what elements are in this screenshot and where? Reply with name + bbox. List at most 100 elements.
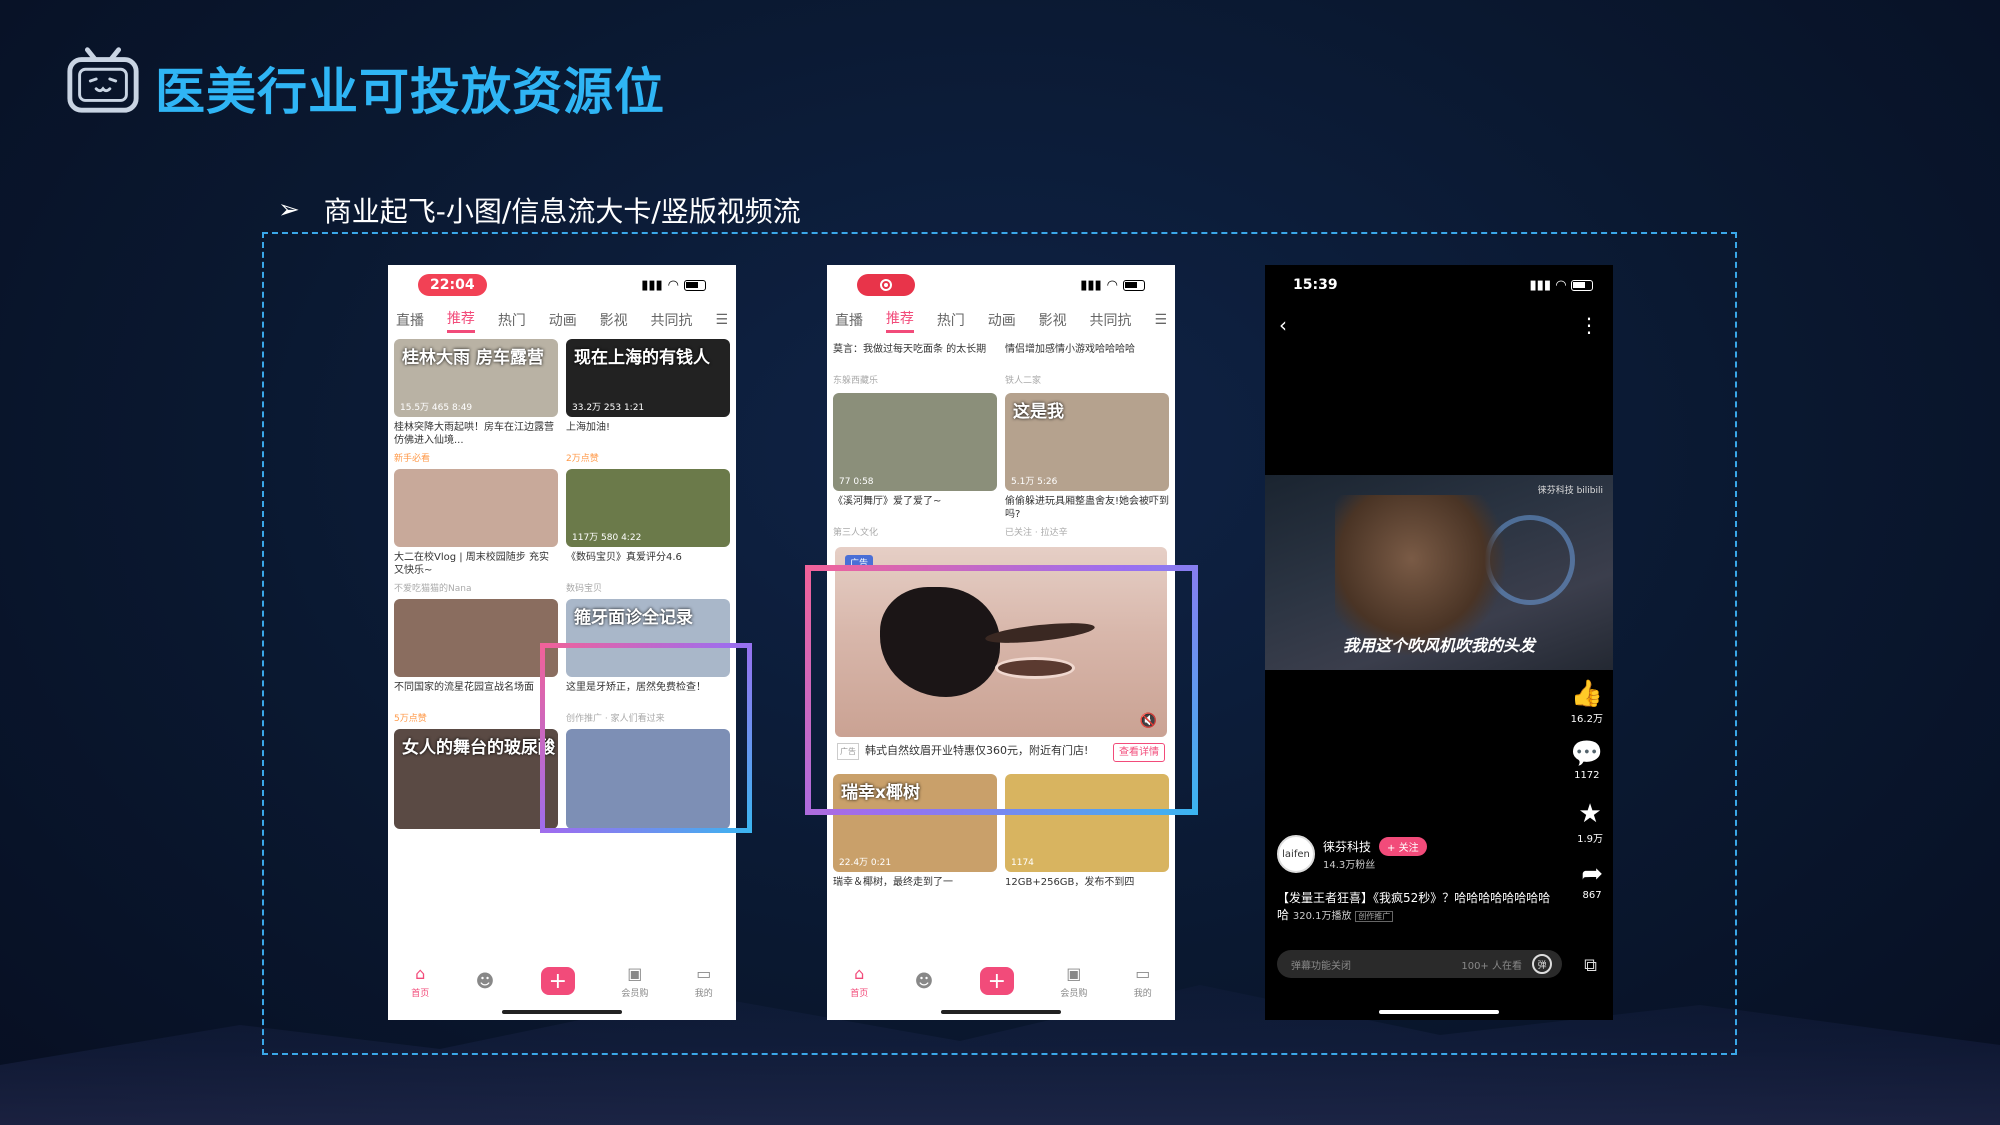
list-item[interactable]: 莫言：我做过每天吃面条 的太长期 东躲西藏乐 [833, 339, 997, 386]
video-thumbnail: 117万 580 4:22 [566, 469, 730, 547]
card-caption: 偷偷躲进玩具厢整蛊舍友!她会被吓到吗? [1005, 496, 1169, 520]
comment-icon: 💬 [1570, 739, 1603, 769]
tab-recommend[interactable]: 推荐 [885, 308, 914, 333]
list-item[interactable]: 情侣增加感情小游戏哈哈哈哈 铁人二家 [1005, 339, 1169, 386]
thumbnail-stats: 22.4万 0:21 [839, 858, 892, 868]
share-button[interactable]: ➦ 867 [1581, 860, 1603, 901]
status-bar: 22:04 ▮▮▮ ◠ [388, 265, 736, 305]
nav-mine[interactable]: ▭ 我的 [1134, 964, 1152, 999]
status-icons: ▮▮▮ ◠ [1080, 278, 1145, 293]
video-thumbnail: 桂林大雨 房车露营 15.5万 465 8:49 [394, 339, 558, 417]
signal-icon: ▮▮▮ [1080, 277, 1102, 293]
bottom-nav: ⌂ 首页 ☻ + ▣ 会员购 ▭ 我的 [388, 960, 736, 1002]
list-item[interactable]: 现在上海的有钱人 33.2万 253 1:21 上海加油! 2万点赞 [566, 339, 730, 464]
danmu-toggle-icon[interactable]: 弹 [1532, 954, 1552, 974]
thumbs-up-icon: 👍 [1570, 679, 1603, 709]
battery-icon [1571, 279, 1593, 291]
thumbnail-overlay-text: 箍牙面诊全记录 [574, 608, 693, 628]
phone-vertical-video-feed: 15:39 ▮▮▮ ◠ ‹ ⋮ 徕芬科技 bilibili 我用这个吹风机吹我的… [1265, 265, 1613, 1020]
home-icon: ⌂ [415, 963, 426, 983]
card-meta: 新手必看 [394, 454, 431, 464]
signal-icon: ▮▮▮ [641, 277, 663, 293]
tab-anime[interactable]: 动画 [988, 310, 1016, 330]
tab-live[interactable]: 直播 [396, 310, 424, 330]
video-thumbnail: 77 0:58 [833, 393, 997, 491]
thumbnail-stats: 117万 580 4:22 [572, 533, 642, 543]
nav-home[interactable]: ⌂ 首页 [850, 964, 868, 999]
like-button[interactable]: 👍 16.2万 [1571, 680, 1603, 725]
tab-anime[interactable]: 动画 [549, 310, 577, 330]
card-meta: 不爱吃猫猫的Nana [394, 584, 472, 594]
thumbnail-overlay-text: 女人的舞台的玻尿酸 [402, 738, 555, 758]
tab-together[interactable]: 共同抗 [651, 310, 693, 330]
play-count: 320.1万播放 [1292, 911, 1352, 922]
tab-together[interactable]: 共同抗 [1090, 310, 1132, 330]
follow-button[interactable]: + 关注 [1379, 837, 1427, 856]
section-subtitle: ➢ 商业起飞-小图/信息流大卡/竖版视频流 [278, 190, 801, 230]
list-item[interactable]: 女人的舞台的玻尿酸 [394, 729, 558, 875]
page-title: 医美行业可投放资源位 [155, 63, 665, 121]
share-icon: ➦ [1581, 859, 1603, 889]
menu-icon[interactable]: ☰ [715, 312, 728, 328]
wifi-icon: ◠ [667, 277, 679, 293]
danmu-input[interactable]: 弹幕功能关闭 100+ 人在看 弹 [1277, 950, 1562, 978]
video-thumbnail: 现在上海的有钱人 33.2万 253 1:21 [566, 339, 730, 417]
avatar[interactable]: laifen [1277, 835, 1315, 873]
shop-icon: ▣ [1066, 963, 1082, 983]
nav-avatar[interactable]: ☻ [476, 971, 495, 992]
card-caption: 不同国家的流星花园宣战名场面 [394, 682, 534, 693]
thumbnail-stats: 15.5万 465 8:49 [400, 403, 473, 413]
battery-icon [1123, 279, 1145, 291]
top-cards-row: 莫言：我做过每天吃面条 的太长期 东躲西藏乐 情侣增加感情小游戏哈哈哈哈 铁人二… [827, 335, 1175, 389]
video-thumbnail: 女人的舞台的玻尿酸 [394, 729, 558, 829]
thumbnail-overlay-text: 这是我 [1013, 402, 1064, 422]
tab-film[interactable]: 影视 [600, 310, 628, 330]
video-thumbnail: 这是我 5.1万 5:26 [1005, 393, 1169, 491]
nav-mine[interactable]: ▭ 我的 [695, 964, 713, 999]
thumbnail-stats: 33.2万 253 1:21 [572, 403, 645, 413]
card-meta: 东躲西藏乐 [833, 376, 879, 386]
status-bar: 15:39 ▮▮▮ ◠ [1265, 265, 1613, 305]
tv-icon: ▭ [696, 963, 712, 983]
nav-shop[interactable]: ▣ 会员购 [1060, 964, 1087, 999]
nav-avatar[interactable]: ☻ [915, 971, 934, 992]
list-item[interactable]: 大二在校Vlog | 周末校园随步 充实又快乐~ 不爱吃猫猫的Nana [394, 469, 558, 594]
comment-button[interactable]: 💬 1172 [1571, 740, 1603, 781]
favorite-button[interactable]: ★ 1.9万 [1577, 800, 1603, 845]
video-subject [1335, 495, 1505, 655]
list-item[interactable]: 117万 580 4:22 《数码宝贝》真爱评分4.6 数码宝贝 [566, 469, 730, 594]
video-player[interactable]: 徕芬科技 bilibili 我用这个吹风机吹我的头发 [1265, 475, 1613, 670]
back-icon[interactable]: ‹ [1279, 313, 1287, 337]
list-item[interactable]: 77 0:58 《溪河舞厅》爱了爱了~ 第三人文化 [833, 393, 997, 538]
nav-home[interactable]: ⌂ 首页 [411, 964, 429, 999]
card-meta: 第三人文化 [833, 528, 879, 538]
avatar-icon: ☻ [914, 970, 934, 992]
menu-icon[interactable]: ☰ [1154, 312, 1167, 328]
tab-film[interactable]: 影视 [1039, 310, 1067, 330]
nav-shop[interactable]: ▣ 会员购 [621, 964, 648, 999]
bottom-nav: ⌂ 首页 ☻ + ▣ 会员购 ▭ 我的 [827, 960, 1175, 1002]
tab-live[interactable]: 直播 [835, 310, 863, 330]
tab-hot[interactable]: 热门 [498, 310, 526, 330]
author-row: laifen 徕芬科技 + 关注 14.3万粉丝 [1277, 835, 1427, 873]
tab-recommend[interactable]: 推荐 [446, 308, 475, 333]
top-tabs: 直播 推荐 热门 动画 影视 共同抗 ☰ [388, 305, 736, 335]
watching-count: 100+ 人在看 [1461, 960, 1522, 972]
card-meta: 2万点赞 [566, 454, 599, 464]
recording-indicator-icon [857, 274, 915, 296]
nav-post[interactable]: + [540, 967, 575, 995]
card-caption [394, 833, 558, 859]
highlight-feed-big-card-ad [805, 565, 1198, 815]
wifi-icon: ◠ [1106, 277, 1118, 293]
list-item[interactable]: 不同国家的流星花园宣战名场面 5万点赞 [394, 599, 558, 724]
tab-hot[interactable]: 热门 [937, 310, 965, 330]
author-name[interactable]: 徕芬科技 [1323, 838, 1371, 855]
nav-post[interactable]: + [979, 967, 1014, 995]
list-item[interactable]: 桂林大雨 房车露营 15.5万 465 8:49 桂林突降大雨起哄！房车在江边露营仿… [394, 339, 558, 464]
mid-cards-row: 77 0:58 《溪河舞厅》爱了爱了~ 第三人文化 这是我 5.1万 5:26 偷偷躲进玩… [827, 389, 1175, 541]
rotate-screen-icon[interactable]: ⧉ [1584, 955, 1597, 976]
list-item[interactable]: 这是我 5.1万 5:26 偷偷躲进玩具厢整蛊舍友!她会被吓到吗? 已关注 · 拉达辛 [1005, 393, 1169, 538]
card-caption: 《数码宝贝》真爱评分4.6 [566, 552, 682, 563]
more-icon[interactable]: ⋮ [1579, 313, 1599, 337]
status-time: 15:39 [1293, 277, 1338, 293]
